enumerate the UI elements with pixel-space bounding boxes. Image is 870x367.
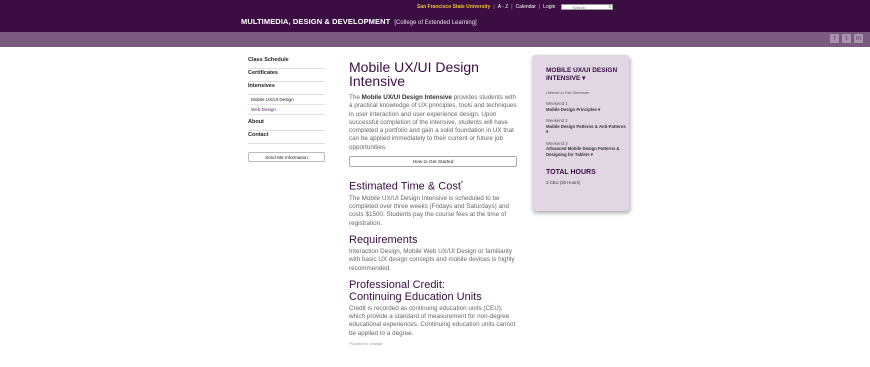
search-box: ⌕: [561, 4, 614, 10]
total-hours-value: 3 CEU (30 Hours): [546, 180, 581, 185]
site-brand[interactable]: MULTIMEDIA, DESIGN & DEVELOPMENT [College…: [241, 17, 477, 26]
credit-text: Credit is recorded as continuing educati…: [349, 304, 516, 337]
sidebar-item-contact[interactable]: Contact: [248, 131, 325, 144]
login-link[interactable]: Login: [543, 4, 555, 10]
credit-heading: Professional Credit: Continuing Education…: [349, 278, 482, 303]
card-title[interactable]: MOBILE UX/UI DESIGN INTENSIVE ▾: [546, 67, 629, 82]
sidebar-item-class-schedule[interactable]: Class Schedule: [248, 56, 325, 69]
sidebar-item-intensives[interactable]: Intensives: [248, 82, 325, 95]
weekend-1[interactable]: Weekend 1 Mobile Design Principles ▾: [546, 101, 629, 112]
social-links: f t in: [830, 34, 863, 43]
sidebar-subitem-mobile-ux[interactable]: Mobile UX/UI Design: [248, 95, 325, 105]
send-info-button[interactable]: Send Me Information: [248, 152, 325, 162]
weekend-3[interactable]: Weekend 3 Advanced Mobile Design Pattern…: [546, 141, 629, 158]
footnote: *Subject to change: [349, 341, 383, 346]
sidebar-subitem-web-design[interactable]: Web Design: [248, 105, 325, 115]
top-header: San Francisco State University | A - Z |…: [0, 0, 870, 32]
intro-paragraph: The Mobile UX/UI Design Intensive provid…: [349, 94, 517, 151]
get-started-button[interactable]: How to Get Started: [349, 156, 517, 168]
social-band: [0, 32, 870, 47]
offered-text: Offered in Fall Semester: [546, 90, 590, 95]
time-cost-heading: Estimated Time & Cost*: [349, 180, 464, 193]
requirements-heading: Requirements: [349, 233, 418, 246]
total-hours-heading: TOTAL HOURS: [546, 169, 596, 176]
sidebar-nav: Class Schedule Certificates Intensives M…: [248, 56, 325, 162]
divider: |: [538, 4, 541, 10]
search-input[interactable]: [562, 5, 613, 10]
divider: |: [511, 4, 513, 10]
time-cost-text: The Mobile UX/UI Design Intensive is sch…: [349, 194, 509, 227]
utility-nav: San Francisco State University | A - Z |…: [417, 4, 614, 10]
facebook-icon[interactable]: f: [830, 34, 839, 43]
main-content: Mobile UX/UI Design Intensive The Mobile…: [349, 60, 519, 346]
site-subtitle: [College of Extended Learning]: [394, 20, 477, 26]
page-title: Mobile UX/UI Design Intensive: [349, 59, 479, 89]
calendar-link[interactable]: Calendar: [516, 4, 536, 10]
divider: |: [493, 4, 495, 10]
site-title: MULTIMEDIA, DESIGN & DEVELOPMENT: [241, 17, 391, 26]
twitter-icon[interactable]: t: [842, 34, 851, 43]
weekend-2[interactable]: Weekend 2 Mobile Design Patterns & Anti-…: [546, 118, 629, 135]
a-z-link[interactable]: A - Z: [498, 4, 509, 10]
course-summary-card: MOBILE UX/UI DESIGN INTENSIVE ▾ Offered …: [532, 55, 629, 211]
linkedin-icon[interactable]: in: [854, 34, 863, 43]
sidebar-item-certificates[interactable]: Certificates: [248, 69, 325, 82]
sidebar-item-about[interactable]: About: [248, 118, 325, 131]
university-link[interactable]: San Francisco State University: [417, 4, 490, 10]
search-icon[interactable]: ⌕: [609, 4, 612, 10]
requirements-text: Interaction Design, Mobile Web UX/UI Des…: [349, 247, 515, 272]
